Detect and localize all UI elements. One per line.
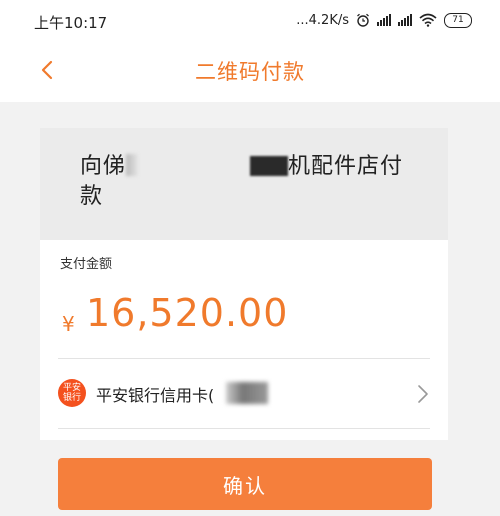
merchant-name-start: 向俤 [80,154,127,179]
bank-logo-line2: 银行 [62,393,81,403]
divider [58,358,430,359]
signal-icon [377,14,391,26]
wifi-icon [419,13,437,27]
bank-logo-line1: 平安 [62,383,81,393]
alarm-icon [357,13,369,27]
payment-card-selector[interactable]: 平安 银行 平安银行信用卡( [40,366,448,420]
payment-amount: 16,520.00 [86,291,289,335]
bank-logo: 平安 银行 [58,379,86,407]
status-icons: ...4.2K/s 71 [296,11,472,29]
battery-icon: 71 [444,12,472,28]
merchant-panel: 向俤 机配件店付款 [40,128,448,240]
merchant-name: 向俤 机配件店付款 [80,152,410,212]
network-speed: ...4.2K/s [296,12,349,28]
chevron-right-icon [418,385,428,403]
currency-symbol: ¥ [62,312,75,336]
status-time: 上午10:17 [34,14,108,32]
divider [58,428,430,429]
payment-panel: 支付金额 ¥ 16,520.00 平安 银行 平安银行信用卡( [40,240,448,440]
signal-icon [398,14,412,26]
card-name: 平安银行信用卡( [96,386,215,405]
page-title: 二维码付款 [195,60,305,84]
status-bar: 上午10:17 ...4.2K/s 71 [0,0,500,40]
amount-label: 支付金额 [60,257,113,272]
page-header: 二维码付款 [0,40,500,102]
redacted-mark [226,382,268,404]
redacted-mark [126,154,139,176]
redacted-mark [250,156,289,176]
confirm-button[interactable]: 确认 [58,458,432,510]
